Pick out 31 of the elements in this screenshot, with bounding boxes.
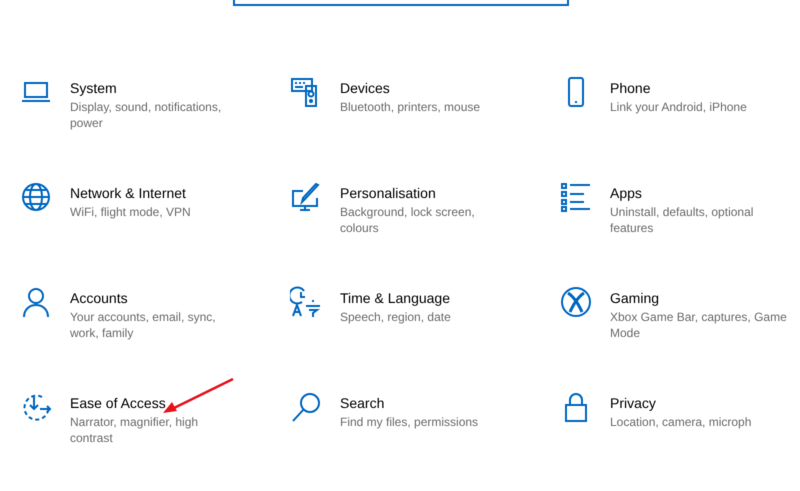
tile-description: Background, lock screen, colours [340,204,476,236]
tile-title[interactable]: System [70,79,235,97]
tile-description: Uninstall, defaults, optional features [610,204,754,236]
tile-title[interactable]: Ease of Access [70,394,235,412]
xbox-icon [560,286,592,318]
tile-title[interactable]: Devices [340,79,505,97]
tile-description: Xbox Game Bar, captures, Game Mode [610,309,788,341]
tile-title[interactable]: Personalisation [340,184,505,202]
tile-title[interactable]: Phone [610,79,795,97]
tile-title[interactable]: Gaming [610,289,795,307]
globe-icon [20,181,52,213]
tile-title[interactable]: Apps [610,184,795,202]
monitor-brush-icon [290,181,322,213]
language-icon [290,286,322,318]
tile-title[interactable]: Network & Internet [70,184,235,202]
tile-description: WiFi, flight mode, VPN [70,204,192,220]
tile-description: Speech, region, date [340,309,452,325]
tile-description: Display, sound, notifications, power [70,99,222,131]
tile-title[interactable]: Time & Language [340,289,505,307]
search-icon [290,391,322,423]
tile-description: Link your Android, iPhone [610,99,748,115]
user-icon [20,286,52,318]
list-icon [560,181,592,213]
tile-title[interactable]: Accounts [70,289,235,307]
tile-title[interactable]: Privacy [610,394,795,412]
tile-description: Location, camera, microph [610,414,752,430]
tile-title[interactable]: Search [340,394,505,412]
tile-description: Your accounts, email, sync, work, family [70,309,217,341]
tile-description: Narrator, magnifier, high contrast [70,414,200,446]
tile-description: Bluetooth, printers, mouse [340,99,482,115]
tile-description: Find my files, permissions [340,414,480,430]
